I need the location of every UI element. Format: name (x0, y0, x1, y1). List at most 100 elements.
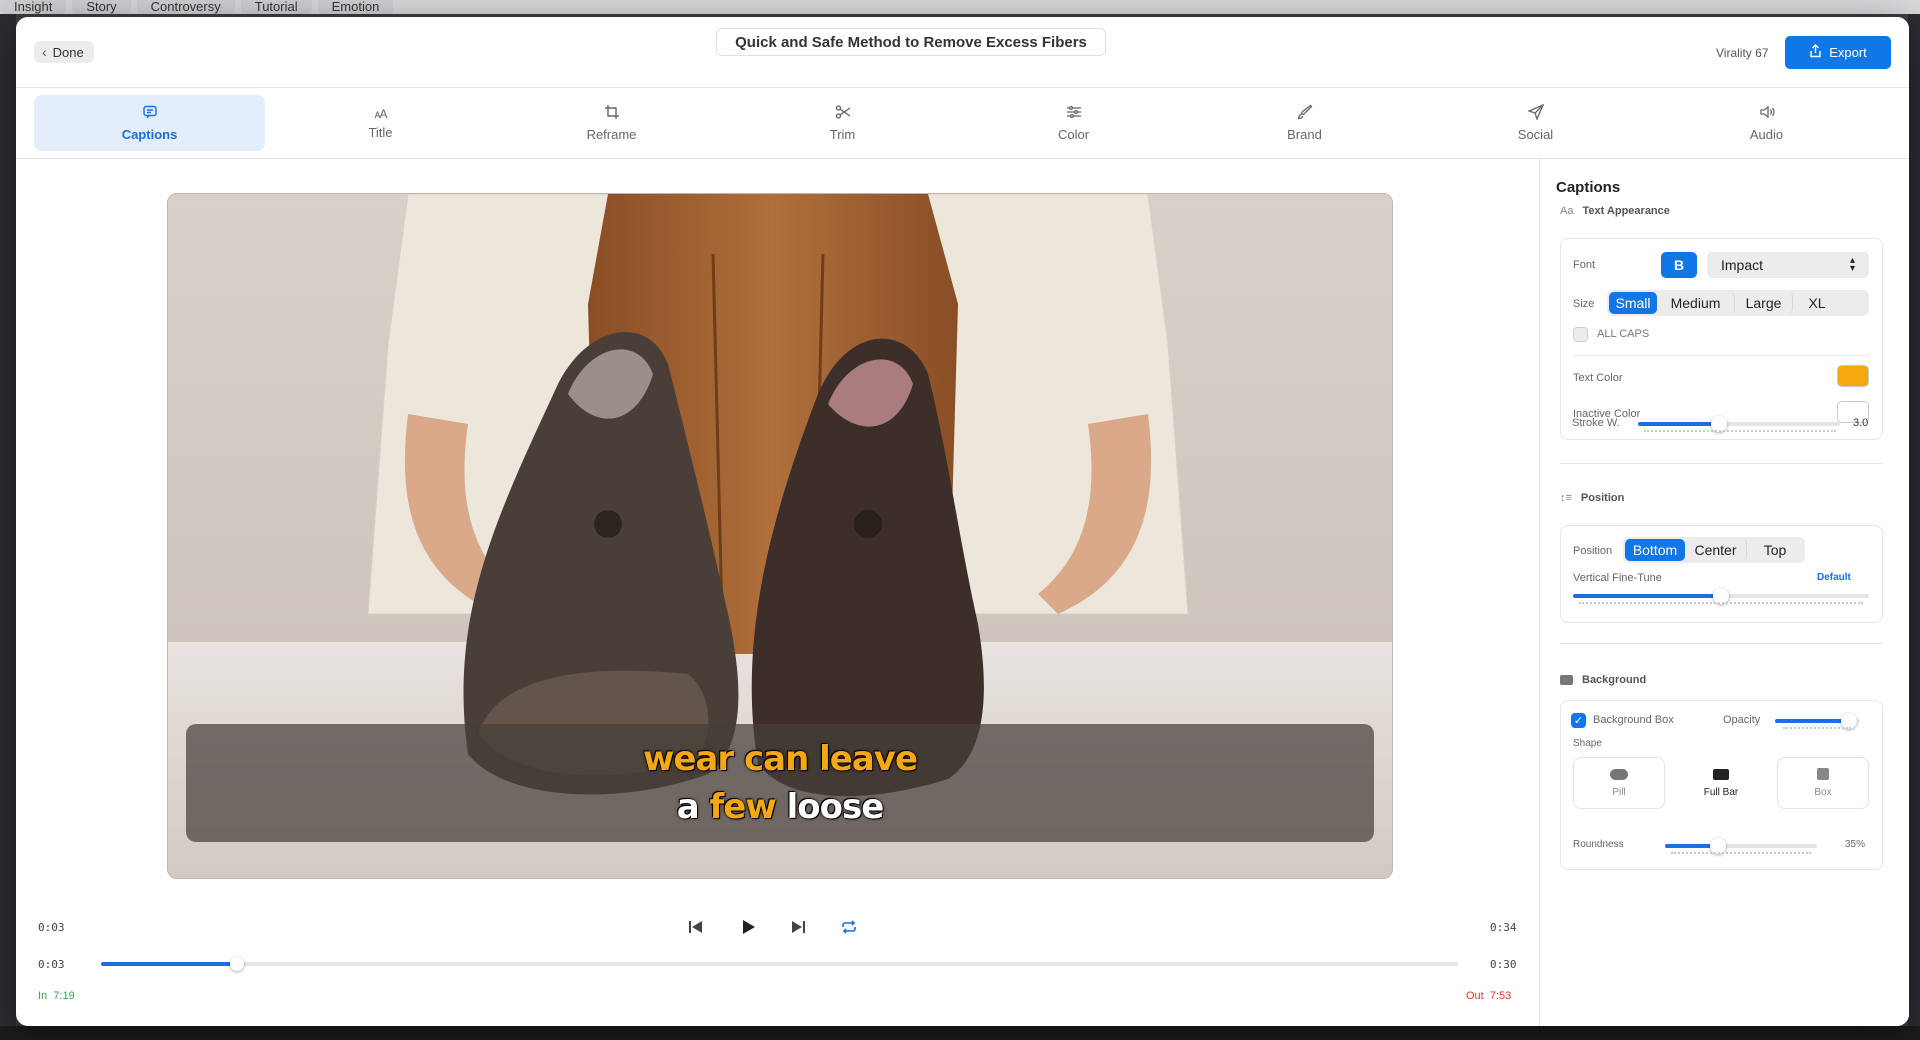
loop-button[interactable] (839, 917, 859, 937)
out-time: 7:53 (1489, 990, 1512, 1002)
sliders-icon (1066, 104, 1082, 123)
tab-title[interactable]: ᴀA Title (265, 95, 496, 151)
all-caps-checkbox[interactable] (1573, 327, 1588, 342)
text-color-swatch[interactable] (1837, 365, 1869, 387)
bg-tab-insight[interactable]: Insight (0, 0, 67, 14)
size-option-xl[interactable]: XL (1793, 292, 1841, 314)
opacity-label: Opacity (1723, 714, 1761, 726)
position-option-top[interactable]: Top (1747, 539, 1803, 561)
rectangle-icon (1560, 675, 1573, 685)
scrubber-handle[interactable] (229, 957, 244, 971)
in-time: 7:19 (53, 990, 75, 1002)
shape-option-pill[interactable]: Pill (1573, 757, 1665, 809)
export-label: Export (1829, 45, 1867, 60)
slider-fill (1775, 719, 1849, 723)
bg-tab-controversy[interactable]: Controversy (136, 0, 235, 14)
done-button[interactable]: ‹ Done (34, 41, 94, 63)
position-heading: ↕≡ Position (1560, 492, 1624, 504)
video-preview[interactable]: wear can leave a few loose (167, 193, 1393, 879)
tab-audio[interactable]: Audio (1651, 95, 1882, 151)
bg-tab-tutorial[interactable]: Tutorial (240, 0, 312, 14)
background-box-checkbox[interactable]: ✓ (1571, 713, 1586, 728)
tab-label: Color (1057, 127, 1090, 142)
card-divider (1573, 355, 1870, 356)
shape-label: Shape (1573, 738, 1602, 749)
slider-ticks (1671, 852, 1811, 854)
section-heading: Position (1580, 492, 1625, 504)
slider-ticks (1644, 430, 1836, 432)
background-tab-bar: Insight Story Controversy Tutorial Emoti… (0, 0, 1920, 14)
tab-label: Reframe (586, 127, 637, 142)
done-label: Done (52, 44, 84, 60)
background-right-edge (1908, 14, 1920, 1040)
clip-title-field[interactable]: Quick and Safe Method to Remove Excess F… (716, 28, 1106, 56)
timeline-scrubber[interactable] (101, 957, 1458, 971)
section-divider (1560, 643, 1883, 644)
crop-icon (604, 104, 620, 123)
slider-ticks (1579, 602, 1863, 604)
tab-label: Captions (121, 127, 178, 142)
text-appearance-heading: Aa Text Appearance (1560, 205, 1670, 217)
position-label: Position (1573, 545, 1613, 557)
default-reset-link[interactable]: Default (1817, 572, 1851, 583)
roundness-value: 35% (1845, 839, 1866, 850)
background-left-edge (0, 14, 16, 1040)
stroke-width-value: 3.0 (1853, 417, 1869, 429)
opacity-slider[interactable] (1775, 713, 1859, 729)
shape-option-box[interactable]: Box (1777, 757, 1869, 809)
position-option-bottom[interactable]: Bottom (1625, 539, 1685, 561)
tab-reframe[interactable]: Reframe (496, 95, 727, 151)
size-option-medium[interactable]: Medium (1657, 292, 1735, 314)
tab-brand[interactable]: Brand (1189, 95, 1420, 151)
font-select[interactable]: Impact ▴ ▾ (1707, 252, 1869, 278)
caption-overlay[interactable]: wear can leave a few loose (186, 724, 1374, 842)
caption-word: loose (786, 787, 885, 827)
caption-word: a (676, 787, 700, 827)
shape-option-full-bar[interactable]: Full Bar (1675, 757, 1767, 809)
size-option-small[interactable]: Small (1609, 292, 1657, 314)
send-icon (1526, 103, 1544, 123)
share-icon (1809, 44, 1822, 61)
stroke-width-slider[interactable] (1638, 416, 1840, 432)
editor-header: ‹ Done Quick and Safe Method to Remove E… (16, 17, 1909, 88)
tab-color[interactable]: Color (958, 95, 1189, 151)
play-button[interactable] (738, 917, 758, 937)
tab-label: Title (368, 124, 393, 140)
caption-word-highlighted: few (709, 787, 777, 827)
scrub-end-time: 0:30 (1490, 958, 1517, 971)
tab-captions[interactable]: Captions (34, 95, 265, 151)
panel-title: Captions (1556, 179, 1621, 196)
bg-tab-emotion[interactable]: Emotion (317, 0, 394, 14)
background-thumbnail-strip (0, 1026, 1920, 1040)
out-point-label[interactable]: Out 7:53 (1466, 990, 1511, 1002)
tab-trim[interactable]: Trim (727, 95, 958, 151)
vertical-fine-tune-slider[interactable] (1573, 588, 1869, 604)
size-label: Size (1573, 298, 1595, 310)
bold-toggle[interactable]: B (1661, 252, 1697, 278)
skip-back-button[interactable] (686, 917, 706, 937)
skip-forward-button[interactable] (788, 917, 808, 937)
bg-tab-story[interactable]: Story (72, 0, 131, 14)
export-button[interactable]: Export (1785, 36, 1891, 69)
tab-label: Audio (1749, 127, 1784, 142)
tab-social[interactable]: Social (1420, 95, 1651, 151)
caption-word: wear (642, 739, 734, 779)
all-caps-label: ALL CAPS (1597, 328, 1650, 340)
position-card: Position Bottom Center Top Vertical Fine… (1560, 525, 1883, 623)
tab-label: Social (1517, 127, 1554, 142)
skip-back-icon (689, 921, 702, 933)
tab-label: Trim (829, 127, 856, 142)
in-point-label[interactable]: In 7:19 (38, 990, 75, 1002)
section-divider (1560, 463, 1883, 464)
current-time: 0:03 (38, 921, 65, 934)
position-option-center[interactable]: Center (1685, 539, 1747, 561)
size-option-large[interactable]: Large (1735, 292, 1793, 314)
section-heading: Text Appearance (1582, 205, 1670, 217)
updown-chevron-icon: ▴ ▾ (1849, 255, 1855, 274)
pill-shape-icon (1610, 768, 1628, 780)
shape-label-box: Box (1814, 787, 1832, 798)
size-segmented-control: Small Medium Large XL (1607, 290, 1869, 316)
roundness-slider[interactable] (1665, 838, 1817, 854)
section-heading: Background (1582, 674, 1647, 686)
text-size-icon: ᴀA (374, 106, 388, 121)
